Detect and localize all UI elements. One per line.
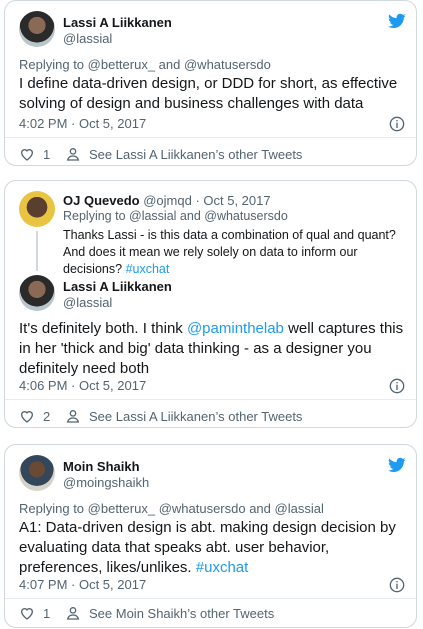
other-tweets-label: See Lassi A Liikkanen’s other Tweets <box>89 408 303 424</box>
avatar[interactable] <box>19 11 55 47</box>
reply-context: Replying to @betterux_ and @whatusersdo <box>19 57 271 72</box>
author-name[interactable]: Lassi A Liikkanen <box>63 15 172 30</box>
tweet-text: It's definitely both. I think @paminthel… <box>19 319 411 379</box>
reply-mention[interactable]: @whatusersdo <box>159 501 246 516</box>
parent-header: OJ Quevedo @ojmqd · Oct 5, 2017 <box>63 193 271 208</box>
reply-mention[interactable]: @betterux_ <box>88 501 155 516</box>
avatar[interactable] <box>19 275 55 311</box>
like-count: 1 <box>43 605 51 621</box>
reply-prefix: Replying to <box>19 57 88 72</box>
tweet-timestamp[interactable]: 4:02 PM · Oct 5, 2017 <box>19 116 146 131</box>
reply-and: and <box>245 501 275 516</box>
reply-context: Replying to @lassial and @whatusersdo <box>63 209 288 223</box>
tweet-text: A1: Data-driven design is abt. making de… <box>19 518 411 578</box>
text-part: It's definitely both. I think <box>19 320 187 337</box>
like-count: 2 <box>43 408 51 424</box>
author-handle[interactable]: @moingshaikh <box>63 475 149 490</box>
author-handle[interactable]: @lassial <box>63 31 112 46</box>
reply-prefix: Replying to <box>63 209 130 223</box>
author-name[interactable]: Moin Shaikh <box>63 459 140 474</box>
avatar[interactable] <box>19 191 55 227</box>
like-button[interactable]: 2 <box>19 408 50 424</box>
author-name[interactable]: Lassi A Liikkanen <box>63 279 172 294</box>
other-tweets-link[interactable]: See Lassi A Liikkanen’s other Tweets <box>65 408 302 424</box>
like-button[interactable]: 1 <box>19 146 50 162</box>
tweet-card-1[interactable]: Lassi A Liikkanen @lassial Replying to @… <box>4 0 417 166</box>
user-icon <box>66 410 80 423</box>
other-tweets-label: See Lassi A Liikkanen’s other Tweets <box>89 146 303 162</box>
divider <box>5 137 416 138</box>
user-icon <box>66 148 80 161</box>
avatar[interactable] <box>19 455 55 491</box>
tweet-card-2[interactable]: OJ Quevedo @ojmqd · Oct 5, 2017 Replying… <box>4 180 417 428</box>
reply-mention[interactable]: @betterux_ <box>88 57 155 72</box>
heart-icon <box>20 608 34 620</box>
hashtag[interactable]: #uxchat <box>196 559 249 576</box>
reply-mention[interactable]: @lassial <box>129 209 176 223</box>
reply-mention[interactable]: @whatusersdo <box>184 57 271 72</box>
reply-mention[interactable]: @lassial <box>275 501 324 516</box>
reply-and: and <box>176 209 205 223</box>
hashtag[interactable]: #uxchat <box>126 262 170 276</box>
parent-date[interactable]: · Oct 5, 2017 <box>195 193 270 208</box>
author-handle[interactable]: @ojmqd <box>143 193 192 208</box>
reply-and: and <box>155 57 184 72</box>
tweet-timestamp[interactable]: 4:06 PM · Oct 5, 2017 <box>19 378 146 393</box>
like-button[interactable]: 1 <box>19 605 50 621</box>
divider <box>5 399 416 400</box>
thread-line <box>36 231 38 271</box>
user-icon <box>66 607 80 620</box>
heart-icon <box>20 411 34 423</box>
author-handle[interactable]: @lassial <box>63 295 112 310</box>
tweet-text: I define data-driven design, or DDD for … <box>19 75 398 112</box>
other-tweets-label: See Moin Shaikh’s other Tweets <box>89 605 275 621</box>
parent-text: Thanks Lassi - is this data a combinatio… <box>63 228 396 276</box>
reply-prefix: Replying to <box>19 501 88 516</box>
info-icon[interactable] <box>389 116 405 132</box>
parent-tweet-text: Thanks Lassi - is this data a combinatio… <box>63 227 408 278</box>
like-count: 1 <box>43 146 51 162</box>
reply-mention[interactable]: @whatusersdo <box>204 209 288 223</box>
other-tweets-link[interactable]: See Lassi A Liikkanen’s other Tweets <box>65 146 302 162</box>
mention-link[interactable]: @paminthelab <box>187 320 284 337</box>
divider <box>5 598 416 599</box>
info-icon[interactable] <box>389 577 405 593</box>
tweet-timestamp[interactable]: 4:07 PM · Oct 5, 2017 <box>19 577 146 592</box>
author-name[interactable]: OJ Quevedo <box>63 193 140 208</box>
other-tweets-link[interactable]: See Moin Shaikh’s other Tweets <box>65 605 274 621</box>
twitter-bird-icon[interactable] <box>387 456 407 474</box>
info-icon[interactable] <box>389 378 405 394</box>
twitter-bird-icon[interactable] <box>387 12 407 30</box>
tweet-card-3[interactable]: Moin Shaikh @moingshaikh Replying to @be… <box>4 444 417 628</box>
reply-context: Replying to @betterux_ @whatusersdo and … <box>19 501 324 516</box>
heart-icon <box>20 149 34 161</box>
